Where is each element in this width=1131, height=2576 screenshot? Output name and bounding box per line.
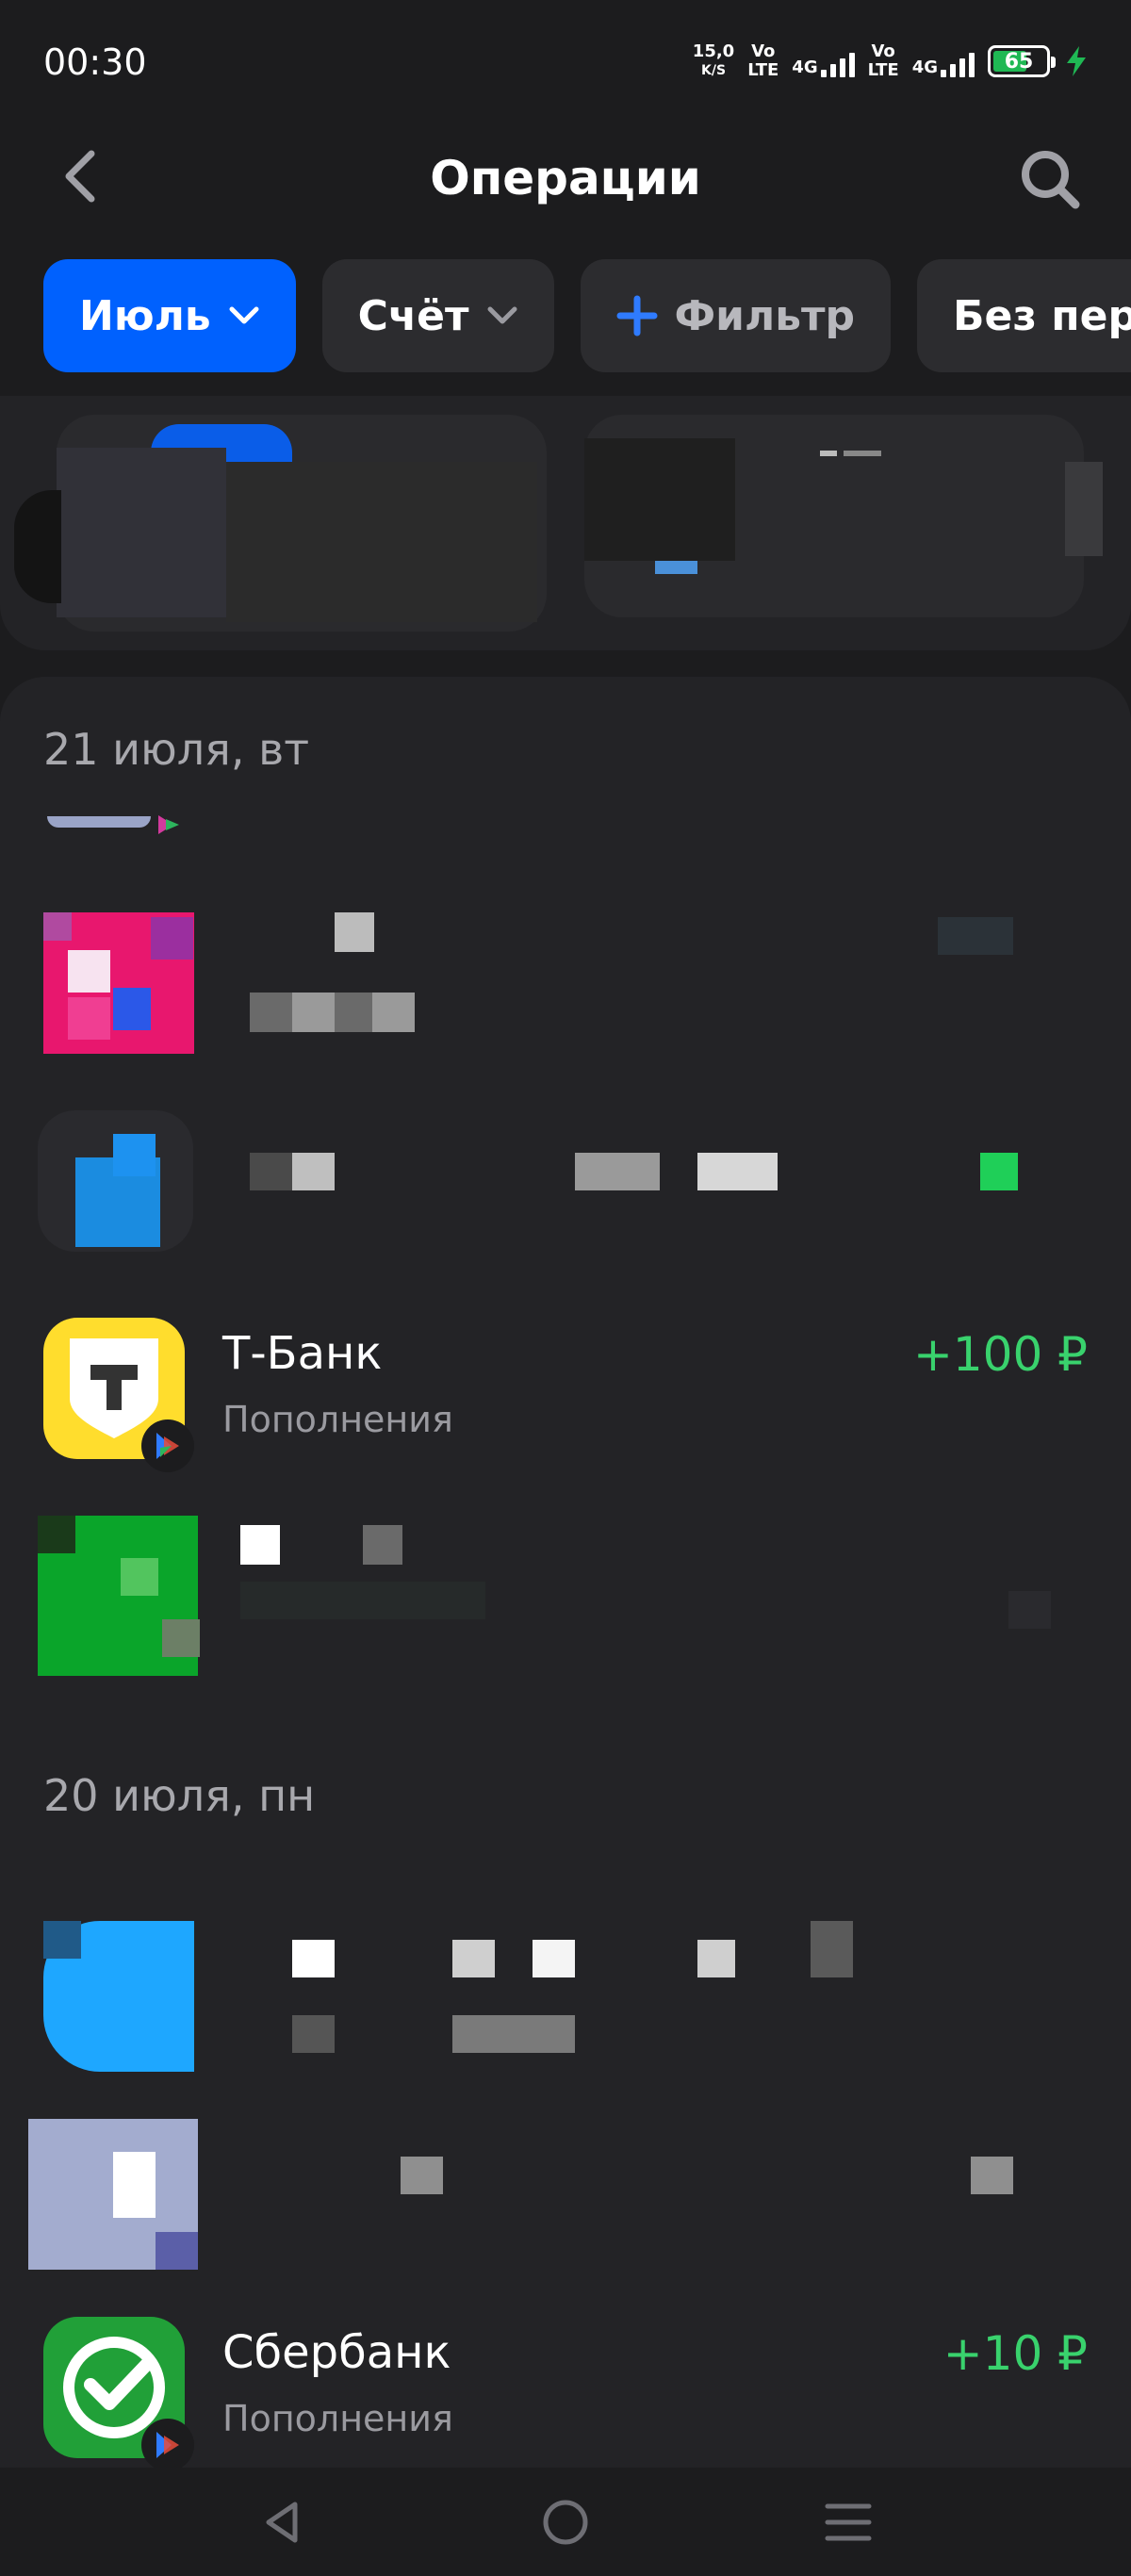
header: Операции bbox=[0, 123, 1131, 236]
status-indicators: 15,0 K/S Vo LTE 4G Vo LTE 4G 65 bbox=[693, 38, 1090, 85]
status-bar: 00:30 15,0 K/S Vo LTE 4G Vo LTE 4G 65 bbox=[0, 0, 1131, 123]
signal-icon bbox=[941, 45, 975, 77]
system-recents-button[interactable] bbox=[806, 2480, 891, 2565]
page-title: Операции bbox=[430, 151, 701, 205]
sim2-network-label: 4G bbox=[911, 57, 938, 77]
volte-tag-1-top: Vo bbox=[751, 41, 776, 61]
no-transfers-chip[interactable]: Без пер bbox=[917, 259, 1131, 372]
menu-lines-icon bbox=[825, 2503, 872, 2540]
operation-category: Пополнения bbox=[222, 1399, 453, 1440]
operation-row[interactable]: Т-Банк Пополнения +100 ₽ bbox=[0, 1289, 1131, 1487]
volte-tag-2: Vo LTE bbox=[868, 42, 899, 80]
volte-tag-1: Vo LTE bbox=[747, 42, 779, 80]
date-header: 21 июля, вт bbox=[43, 724, 309, 775]
back-triangle-icon bbox=[266, 2502, 298, 2542]
sim1-network-label: 4G bbox=[792, 57, 818, 77]
battery-icon: 65 bbox=[988, 45, 1056, 77]
search-button[interactable] bbox=[1012, 141, 1088, 217]
charging-bolt-icon bbox=[1067, 46, 1086, 76]
operation-amount: +100 ₽ bbox=[912, 1327, 1088, 1382]
account-filter-label: Счёт bbox=[357, 291, 469, 340]
network-speed: 15,0 K/S bbox=[693, 42, 734, 80]
search-icon bbox=[1022, 151, 1080, 209]
sim1-network: 4G bbox=[792, 45, 855, 77]
home-circle-icon bbox=[543, 2500, 588, 2544]
operation-row-censored[interactable] bbox=[0, 2100, 1131, 2298]
operation-row[interactable]: Сбербанк Пополнения +10 ₽ bbox=[0, 2289, 1131, 2468]
add-filter-label: Фильтр bbox=[674, 291, 856, 340]
summary-cards-censored bbox=[0, 396, 1131, 650]
system-back-button[interactable] bbox=[240, 2480, 325, 2565]
operation-category: Пополнения bbox=[222, 2398, 453, 2439]
operation-row-censored[interactable] bbox=[0, 1091, 1131, 1289]
operations-list: 21 июля, вт Т-Банк Пополнения +100 ₽ 20 … bbox=[0, 677, 1131, 2468]
bank-badge-icon bbox=[141, 1419, 194, 1472]
operation-row-censored[interactable] bbox=[0, 894, 1131, 1091]
add-filter-chip[interactable]: Фильтр bbox=[580, 259, 892, 372]
date-header: 20 июля, пн bbox=[43, 1770, 316, 1821]
bank-badge-icon bbox=[141, 2419, 194, 2468]
filter-chips: Июль Счёт Фильтр Без пер bbox=[43, 259, 1131, 372]
operation-name: Т-Банк bbox=[222, 1327, 383, 1380]
volte-tag-2-top: Vo bbox=[871, 41, 895, 61]
account-filter-chip[interactable]: Счёт bbox=[321, 259, 554, 372]
battery-level: 65 bbox=[1004, 49, 1034, 74]
operation-name: Сбербанк bbox=[222, 2326, 451, 2379]
operation-row-censored[interactable] bbox=[0, 1487, 1131, 1685]
censored-badge bbox=[151, 813, 188, 836]
plus-icon bbox=[616, 295, 657, 336]
operation-amount: +10 ₽ bbox=[942, 2326, 1088, 2381]
status-time: 00:30 bbox=[43, 41, 147, 83]
volte-tag-1-bottom: LTE bbox=[747, 60, 779, 80]
network-speed-unit: K/S bbox=[700, 63, 727, 78]
system-navigation-bar bbox=[0, 2468, 1131, 2576]
chevron-down-icon bbox=[487, 306, 516, 324]
no-transfers-label: Без пер bbox=[953, 291, 1131, 340]
chevron-down-icon bbox=[229, 306, 259, 324]
volte-tag-2-bottom: LTE bbox=[867, 60, 899, 80]
month-filter-chip[interactable]: Июль bbox=[43, 259, 296, 372]
network-speed-value: 15,0 bbox=[692, 41, 735, 61]
signal-icon bbox=[820, 45, 855, 77]
operation-row-censored[interactable] bbox=[0, 1902, 1131, 2100]
sim2-network: 4G bbox=[912, 45, 975, 77]
month-filter-label: Июль bbox=[79, 291, 211, 340]
system-home-button[interactable] bbox=[523, 2480, 608, 2565]
